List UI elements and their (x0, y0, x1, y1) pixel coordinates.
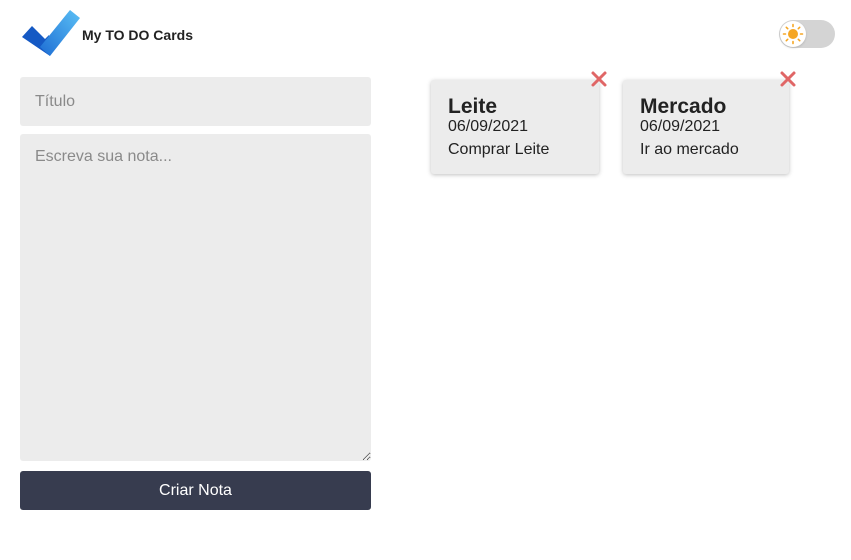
close-icon[interactable] (589, 69, 609, 89)
sun-icon (782, 23, 804, 45)
toggle-knob (780, 21, 806, 47)
note-card: Leite 06/09/2021 Comprar Leite (431, 71, 607, 174)
theme-toggle[interactable] (779, 20, 835, 48)
note-textarea[interactable] (20, 134, 371, 461)
note-body: Ir ao mercado (640, 141, 739, 158)
note-date: 06/09/2021 (640, 118, 721, 135)
note-title: Mercado (640, 95, 727, 118)
note-date: 06/09/2021 (448, 118, 529, 135)
note-body: Comprar Leite (448, 141, 550, 158)
app-title: My TO DO Cards (82, 27, 193, 43)
close-icon[interactable] (778, 69, 798, 89)
app-header: My TO DO Cards (0, 0, 851, 70)
note-title: Leite (448, 95, 498, 118)
note-card: Mercado 06/09/2021 Ir ao mercado (623, 71, 796, 174)
title-input[interactable] (20, 77, 371, 126)
create-note-button[interactable]: Criar Nota (20, 471, 371, 510)
checkmark-logo-icon (22, 10, 80, 56)
